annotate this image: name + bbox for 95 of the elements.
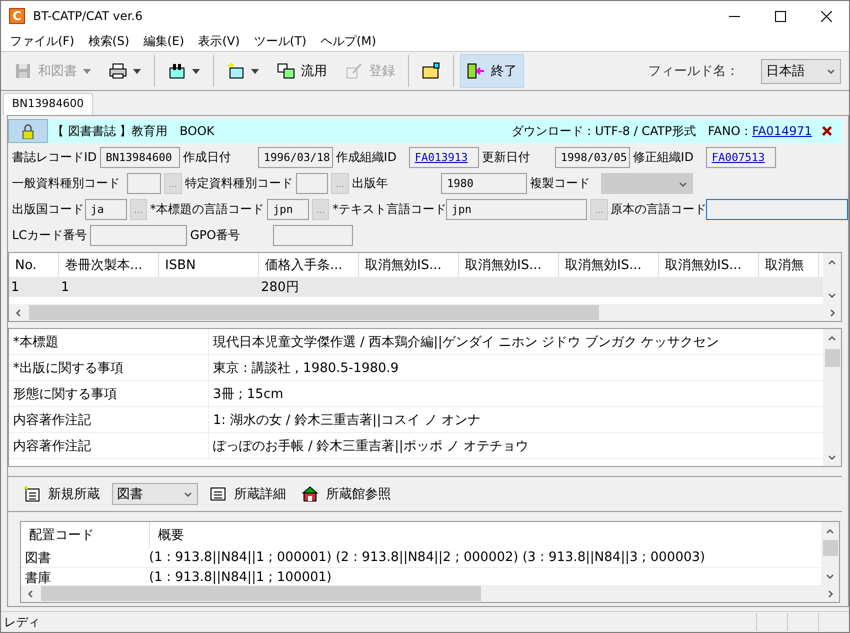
scrollbar-thumb[interactable] bbox=[822, 540, 838, 556]
chevron-up-icon[interactable] bbox=[825, 526, 835, 536]
maximize-icon[interactable] bbox=[774, 10, 786, 22]
field-value: 1: 湖水の女 / 鈴木三重吉著||コスイ ノ オンナ bbox=[213, 412, 480, 428]
exit-door-icon bbox=[468, 64, 485, 78]
table-cell: (1 : 913.8||N84||1 ; 000001) (2 : 913.8||N84||2 ; 000002) (3 : 913.8||N84||3 ; 000003) bbox=[149, 550, 706, 565]
caret-icon[interactable] bbox=[192, 68, 200, 74]
library-reference-button[interactable]: 所蔵館参照 bbox=[298, 483, 395, 505]
field-name: *出版に関する事項 bbox=[13, 360, 124, 376]
edit-icon bbox=[346, 63, 362, 78]
field-name: 内容著作注記 bbox=[13, 412, 91, 428]
text-field[interactable]: 1980 bbox=[441, 173, 527, 194]
printer-icon bbox=[110, 64, 126, 78]
field-label: 原本の言語コード bbox=[610, 201, 704, 218]
text-field[interactable]: 1998/03/05 bbox=[554, 147, 630, 168]
caret-icon[interactable] bbox=[251, 68, 259, 74]
padlock-icon bbox=[22, 124, 34, 138]
caret-icon[interactable] bbox=[133, 68, 141, 74]
scrollbar-thumb[interactable] bbox=[29, 305, 599, 320]
field-label: 書誌レコードID bbox=[12, 149, 97, 166]
table-cell: 1 bbox=[61, 280, 70, 294]
menu-item[interactable]: ツール(T) bbox=[246, 32, 314, 50]
text-field[interactable]: BN13984600 bbox=[100, 147, 180, 168]
record-tab[interactable]: BN13984600 bbox=[3, 93, 93, 115]
field-label: 複製コード bbox=[530, 175, 590, 192]
field-label: 修正組織ID bbox=[632, 149, 695, 166]
text-field[interactable]: jpn bbox=[267, 199, 309, 220]
close-icon[interactable] bbox=[822, 126, 832, 136]
list-icon bbox=[210, 487, 226, 501]
field-label: 出版年 bbox=[352, 175, 389, 192]
chevron-left-icon[interactable] bbox=[25, 588, 35, 598]
building-icon bbox=[302, 486, 318, 502]
scrollbar-thumb[interactable] bbox=[41, 586, 481, 601]
field-label: 更新日付 bbox=[482, 149, 531, 166]
new-book-icon bbox=[227, 62, 244, 78]
close-icon[interactable] bbox=[820, 10, 832, 22]
field-label: 一般資料種別コード bbox=[12, 175, 121, 192]
text-field[interactable] bbox=[90, 225, 188, 246]
field-value: 現代日本児童文学傑作選 / 西本鶏介編||ゲンダイ ニホン ジドウ ブンガク ケッサクセン bbox=[213, 334, 719, 350]
table-cell-text: 書庫 bbox=[25, 570, 51, 585]
text-field[interactable] bbox=[706, 199, 848, 220]
field-label: *テキスト言語コード bbox=[332, 201, 443, 218]
field-name-dropdown[interactable]: 日本語 bbox=[761, 58, 841, 84]
chevron-up-icon[interactable] bbox=[827, 257, 837, 267]
menu-item[interactable]: ヘルプ(M) bbox=[313, 32, 384, 50]
field-label: 作成組織ID bbox=[336, 149, 398, 166]
column-header[interactable]: 配置コード bbox=[21, 522, 150, 548]
text-field[interactable]: jpn bbox=[446, 199, 588, 220]
table-cell: 1 bbox=[11, 280, 20, 294]
table-cell: (1 : 913.8||N84||1 ; 100001) bbox=[149, 570, 332, 585]
menu-item[interactable]: 表示(V) bbox=[191, 32, 247, 50]
window-title: BT-CATP/CAT ver.6 bbox=[33, 9, 144, 23]
toolbar-button[interactable]: 流用 bbox=[270, 54, 334, 88]
text-field[interactable]: ja bbox=[84, 199, 127, 220]
column-header[interactable]: 概要 bbox=[150, 522, 821, 548]
field-name: 内容著作注記 bbox=[13, 438, 91, 454]
download-info: ダウンロード : UTF-8 / CATP形式 FANO : bbox=[511, 122, 748, 140]
table-cell-text: 図書 bbox=[25, 550, 51, 566]
field-label: GPO番号 bbox=[190, 227, 242, 244]
app-icon: C bbox=[9, 8, 25, 24]
field-label: 作成日付 bbox=[182, 149, 232, 166]
field-value: ぽっぽのお手帳 / 鈴木三重吉著||ポッポ ノ オテチョウ bbox=[213, 438, 529, 454]
field-name-label: フィールド名： bbox=[648, 63, 739, 80]
field-value: 3冊 ; 15cm bbox=[213, 386, 284, 402]
menu-item[interactable]: ファイル(F) bbox=[3, 32, 82, 50]
toolbar-button[interactable]: 終了 bbox=[460, 54, 524, 88]
table-cell-text: 280円 bbox=[261, 279, 299, 296]
field-name: 形態に関する事項 bbox=[13, 386, 117, 402]
new-holding-button[interactable]: 新規所蔵 bbox=[20, 483, 104, 505]
chevron-up-icon[interactable] bbox=[827, 333, 837, 343]
copy-icon bbox=[278, 64, 294, 78]
link-field[interactable]: FA007513 bbox=[706, 147, 776, 168]
scrollbar-thumb[interactable] bbox=[824, 349, 840, 367]
record-type-title: 【 図書書誌 】教育用 BOOK bbox=[52, 122, 216, 140]
chevron-left-icon[interactable] bbox=[13, 308, 23, 318]
text-field[interactable] bbox=[273, 225, 354, 246]
menu-item[interactable]: 編集(E) bbox=[136, 32, 192, 50]
field-label: 特定資料種別コード bbox=[185, 175, 293, 192]
text-field[interactable] bbox=[296, 173, 328, 194]
status-text: レディ bbox=[4, 614, 41, 630]
lock-button[interactable] bbox=[8, 119, 48, 143]
field-label: LCカード番号 bbox=[12, 227, 88, 244]
field-value: 東京 : 講談社 , 1980.5-1980.9 bbox=[213, 360, 399, 376]
folder-icon bbox=[422, 62, 440, 78]
holding-detail-button[interactable]: 所蔵詳細 bbox=[206, 483, 290, 505]
fano-link[interactable]: FA014971 bbox=[752, 124, 812, 138]
menu-item[interactable]: 検索(S) bbox=[81, 32, 136, 50]
text-field[interactable] bbox=[127, 173, 161, 194]
holding-type-dropdown[interactable]: 図書 bbox=[112, 483, 198, 505]
field-name: *本標題 bbox=[13, 334, 58, 350]
field-label: *本標題の言語コード bbox=[150, 201, 264, 218]
field-label: 出版国コード bbox=[12, 201, 82, 218]
new-list-icon bbox=[24, 486, 40, 502]
text-field[interactable]: 1996/03/18 bbox=[258, 147, 333, 168]
link-field[interactable]: FA013913 bbox=[408, 147, 479, 168]
